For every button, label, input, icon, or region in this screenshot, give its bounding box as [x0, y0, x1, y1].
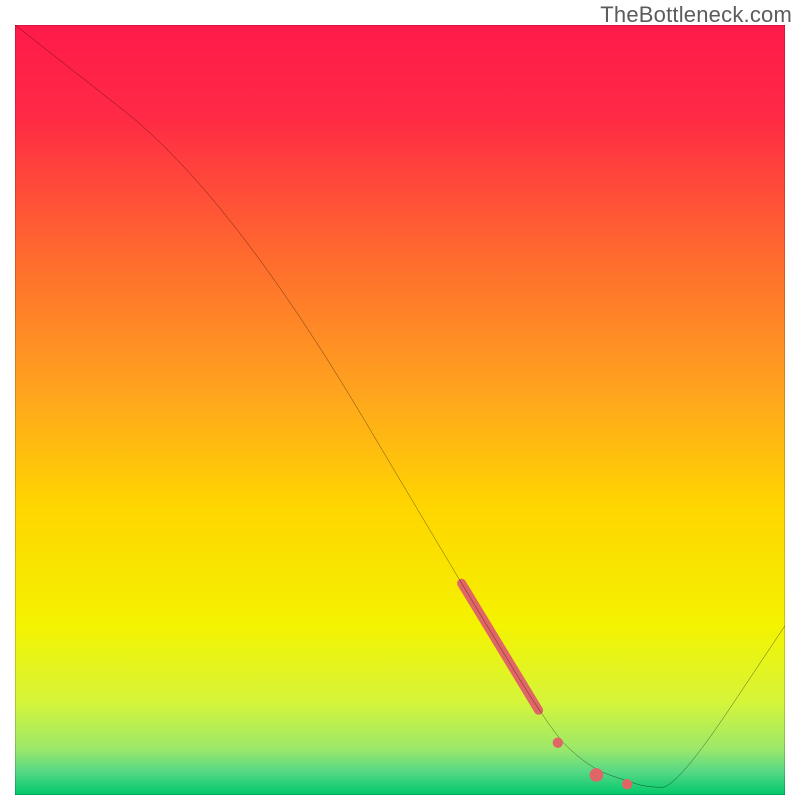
highlight-dot-1 — [553, 737, 563, 747]
watermark-label: TheBottleneck.com — [600, 2, 792, 28]
highlight-dot-2 — [590, 768, 604, 782]
chart-background — [15, 25, 785, 795]
chart-frame: TheBottleneck.com — [0, 0, 800, 800]
highlight-dot-3 — [622, 779, 632, 789]
bottleneck-chart — [15, 25, 785, 795]
